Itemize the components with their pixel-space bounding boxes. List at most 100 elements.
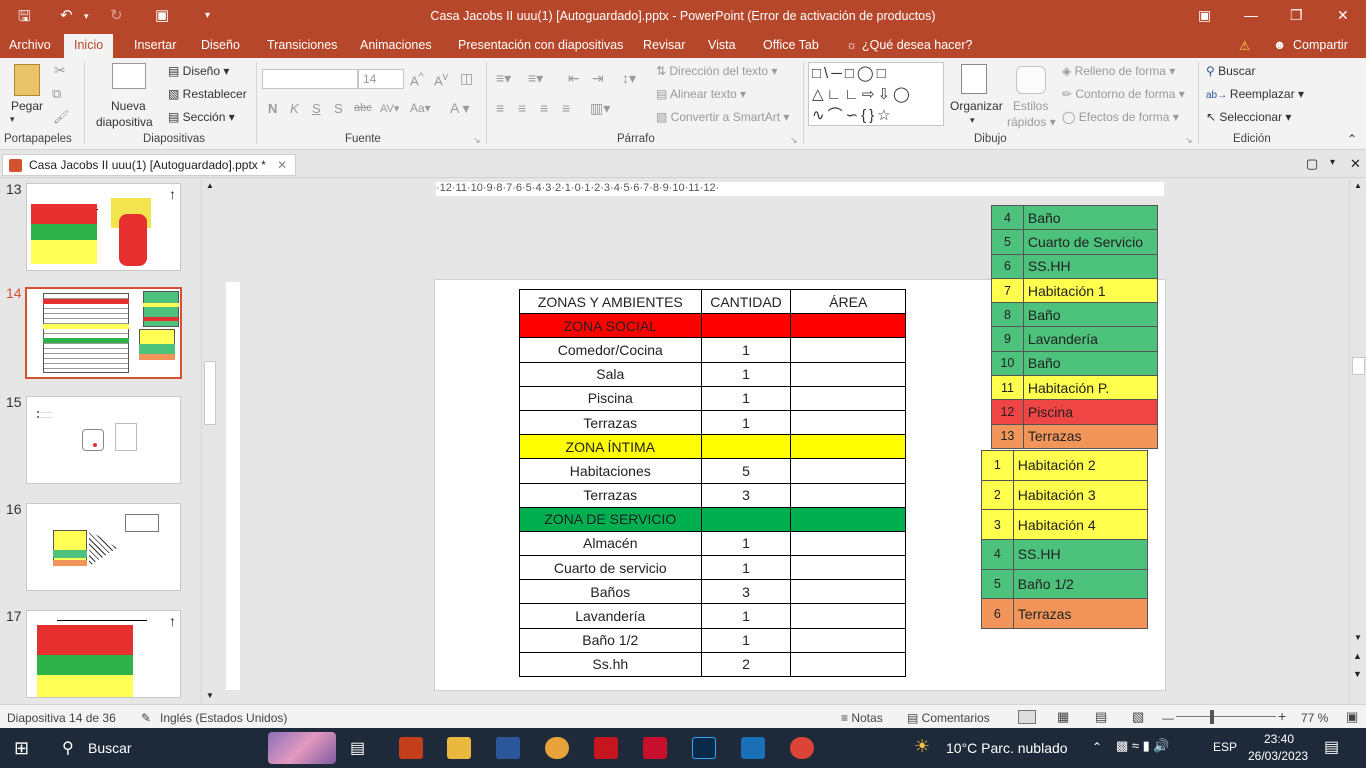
underline-icon[interactable]: S <box>312 101 321 116</box>
table-row[interactable]: 6 SS.HH <box>991 253 1159 279</box>
tab-transiciones[interactable]: Transiciones <box>267 38 337 52</box>
table-cell-area[interactable] <box>790 458 906 484</box>
drawing-dialog-icon[interactable]: ↘ <box>1185 135 1193 146</box>
item-name[interactable]: Habitación 4 <box>1012 509 1149 541</box>
previous-slide-icon[interactable]: ▲ <box>1353 651 1362 661</box>
next-slide-icon[interactable]: ▼ <box>1353 669 1362 679</box>
slide-thumbnail-16[interactable] <box>26 503 181 591</box>
font-size-input[interactable]: 14 <box>358 69 404 89</box>
table-row[interactable]: Comedor/Cocina 1 <box>519 337 906 363</box>
table-cell-area[interactable] <box>790 434 906 460</box>
table-cell-name[interactable]: Piscina <box>519 385 702 411</box>
change-case-icon[interactable]: Aa▾ <box>410 101 431 115</box>
table-cell-name[interactable]: Comedor/Cocina <box>519 337 702 363</box>
item-name[interactable]: Habitación 3 <box>1012 479 1149 511</box>
editor-scrollbar[interactable]: ▲ ▼ ▲ ▼ <box>1349 179 1366 704</box>
table-cell-area[interactable] <box>790 313 906 339</box>
table-cell-name[interactable]: Terrazas <box>519 409 702 436</box>
table-header-cell[interactable]: ÁREA <box>790 288 906 315</box>
table-cell-area[interactable] <box>790 555 906 581</box>
powerpoint-taskbar-icon[interactable] <box>399 737 423 759</box>
table-cell-name[interactable]: Baño 1/2 <box>519 627 702 653</box>
autocad-icon[interactable] <box>643 737 667 759</box>
chrome-icon[interactable] <box>545 737 569 759</box>
align-center-icon[interactable]: ≡ <box>518 100 526 116</box>
notes-button[interactable]: ≡ Notas <box>841 711 883 725</box>
bullets-icon[interactable]: ≡▾ <box>496 70 511 87</box>
table-row[interactable]: ZONA DE SERVICIO <box>519 506 906 532</box>
shape-outline-button[interactable]: ✏ Contorno de forma ▾ <box>1062 87 1185 101</box>
tray-arrow-icon[interactable]: ⌃ <box>1092 740 1102 754</box>
table-cell-qty[interactable]: 1 <box>700 603 792 629</box>
shrink-font-icon[interactable]: Av <box>434 71 448 88</box>
item-number[interactable]: 6 <box>981 598 1014 630</box>
item-name[interactable]: Lavandería <box>1022 326 1159 352</box>
item-number[interactable]: 5 <box>991 229 1024 255</box>
table-row[interactable]: 13 Terrazas <box>991 423 1159 449</box>
italic-icon[interactable]: K <box>290 101 299 116</box>
zoom-slider-handle[interactable] <box>1210 710 1214 724</box>
table-cell-qty[interactable]: 1 <box>700 361 792 387</box>
text-direction-button[interactable]: ⇅ Dirección del texto ▾ <box>656 64 777 78</box>
table-row[interactable]: 6 Terrazas <box>981 598 1149 630</box>
item-number[interactable]: 6 <box>991 253 1024 279</box>
item-number[interactable]: 9 <box>991 326 1024 352</box>
table-row[interactable]: 1 Habitación 2 <box>981 450 1149 481</box>
table-row[interactable]: 12 Piscina <box>991 399 1159 425</box>
chrome-profile-icon[interactable] <box>790 737 814 759</box>
table-row[interactable]: 2 Habitación 3 <box>981 479 1149 511</box>
editor-scroll-thumb[interactable] <box>1352 357 1365 375</box>
table-cell-area[interactable] <box>790 651 906 678</box>
paste-icon[interactable] <box>14 64 40 96</box>
table-cell-qty[interactable] <box>700 313 792 339</box>
increase-indent-icon[interactable]: ⇥ <box>592 70 604 87</box>
table-header-cell[interactable]: ZONAS Y AMBIENTES <box>519 288 702 315</box>
item-number[interactable]: 3 <box>981 509 1014 541</box>
table-cell-name[interactable]: ZONA SOCIAL <box>519 313 702 339</box>
item-name[interactable]: Baño <box>1022 302 1159 328</box>
paragraph-dialog-icon[interactable]: ↘ <box>790 135 798 146</box>
item-number[interactable]: 8 <box>991 302 1024 328</box>
font-family-input[interactable] <box>262 69 358 89</box>
decrease-indent-icon[interactable]: ⇤ <box>568 70 580 87</box>
cut-icon[interactable]: ✂ <box>54 62 66 79</box>
table-header-cell[interactable]: CANTIDAD <box>700 288 792 315</box>
slide-thumbnail-17[interactable]: ↑ <box>26 610 181 698</box>
item-number[interactable]: 2 <box>981 479 1014 511</box>
slide-sorter-icon[interactable]: ▦ <box>1057 709 1069 725</box>
item-name[interactable]: Terrazas <box>1012 598 1149 630</box>
table-row[interactable]: 4 Baño <box>991 204 1159 231</box>
table-row[interactable]: ZONA SOCIAL <box>519 313 906 339</box>
numbering-icon[interactable]: ≡▾ <box>528 70 543 87</box>
table-cell-qty[interactable]: 3 <box>700 579 792 605</box>
table-row[interactable]: Lavandería 1 <box>519 603 906 629</box>
tab-diseno[interactable]: Diseño <box>201 38 240 52</box>
char-spacing-icon[interactable]: AV▾ <box>380 102 399 115</box>
table-cell-area[interactable] <box>790 627 906 653</box>
table-cell-area[interactable] <box>790 409 906 436</box>
new-tab-icon[interactable]: ▢ <box>1306 156 1318 172</box>
spaces-table-2[interactable]: 1 Habitación 2 2 Habitación 3 3 Habitación 44… <box>981 450 1149 630</box>
font-dialog-icon[interactable]: ↘ <box>473 135 481 146</box>
clock-time[interactable]: 23:40 <box>1264 732 1294 746</box>
table-cell-area[interactable] <box>790 337 906 363</box>
slide-thumbnail-13[interactable]: ↑ <box>26 183 181 271</box>
fit-slide-icon[interactable]: ▣ <box>1346 709 1358 725</box>
quick-styles-label-1[interactable]: Estilos <box>1013 99 1048 113</box>
align-text-button[interactable]: ▤ Alinear texto ▾ <box>656 87 746 101</box>
table-row[interactable]: Terrazas 1 <box>519 409 906 436</box>
grow-font-icon[interactable]: A^ <box>410 71 424 88</box>
slideshow-icon[interactable]: ▧ <box>1132 709 1144 725</box>
table-row[interactable]: 8 Baño <box>991 302 1159 328</box>
bold-icon[interactable]: N <box>268 101 277 116</box>
table-row[interactable]: Baño 1/2 1 <box>519 627 906 653</box>
zoom-out-icon[interactable]: — <box>1162 711 1174 725</box>
thumbnail-scroll-thumb[interactable] <box>204 361 216 425</box>
share-button[interactable]: Compartir <box>1293 38 1348 52</box>
line-spacing-icon[interactable]: ↕▾ <box>622 70 636 87</box>
table-cell-area[interactable] <box>790 361 906 387</box>
tab-archivo[interactable]: Archivo <box>9 38 51 52</box>
tab-menu-icon[interactable]: ▾ <box>1330 157 1335 168</box>
justify-icon[interactable]: ≡ <box>562 100 570 116</box>
table-cell-name[interactable]: Almacén <box>519 530 702 557</box>
